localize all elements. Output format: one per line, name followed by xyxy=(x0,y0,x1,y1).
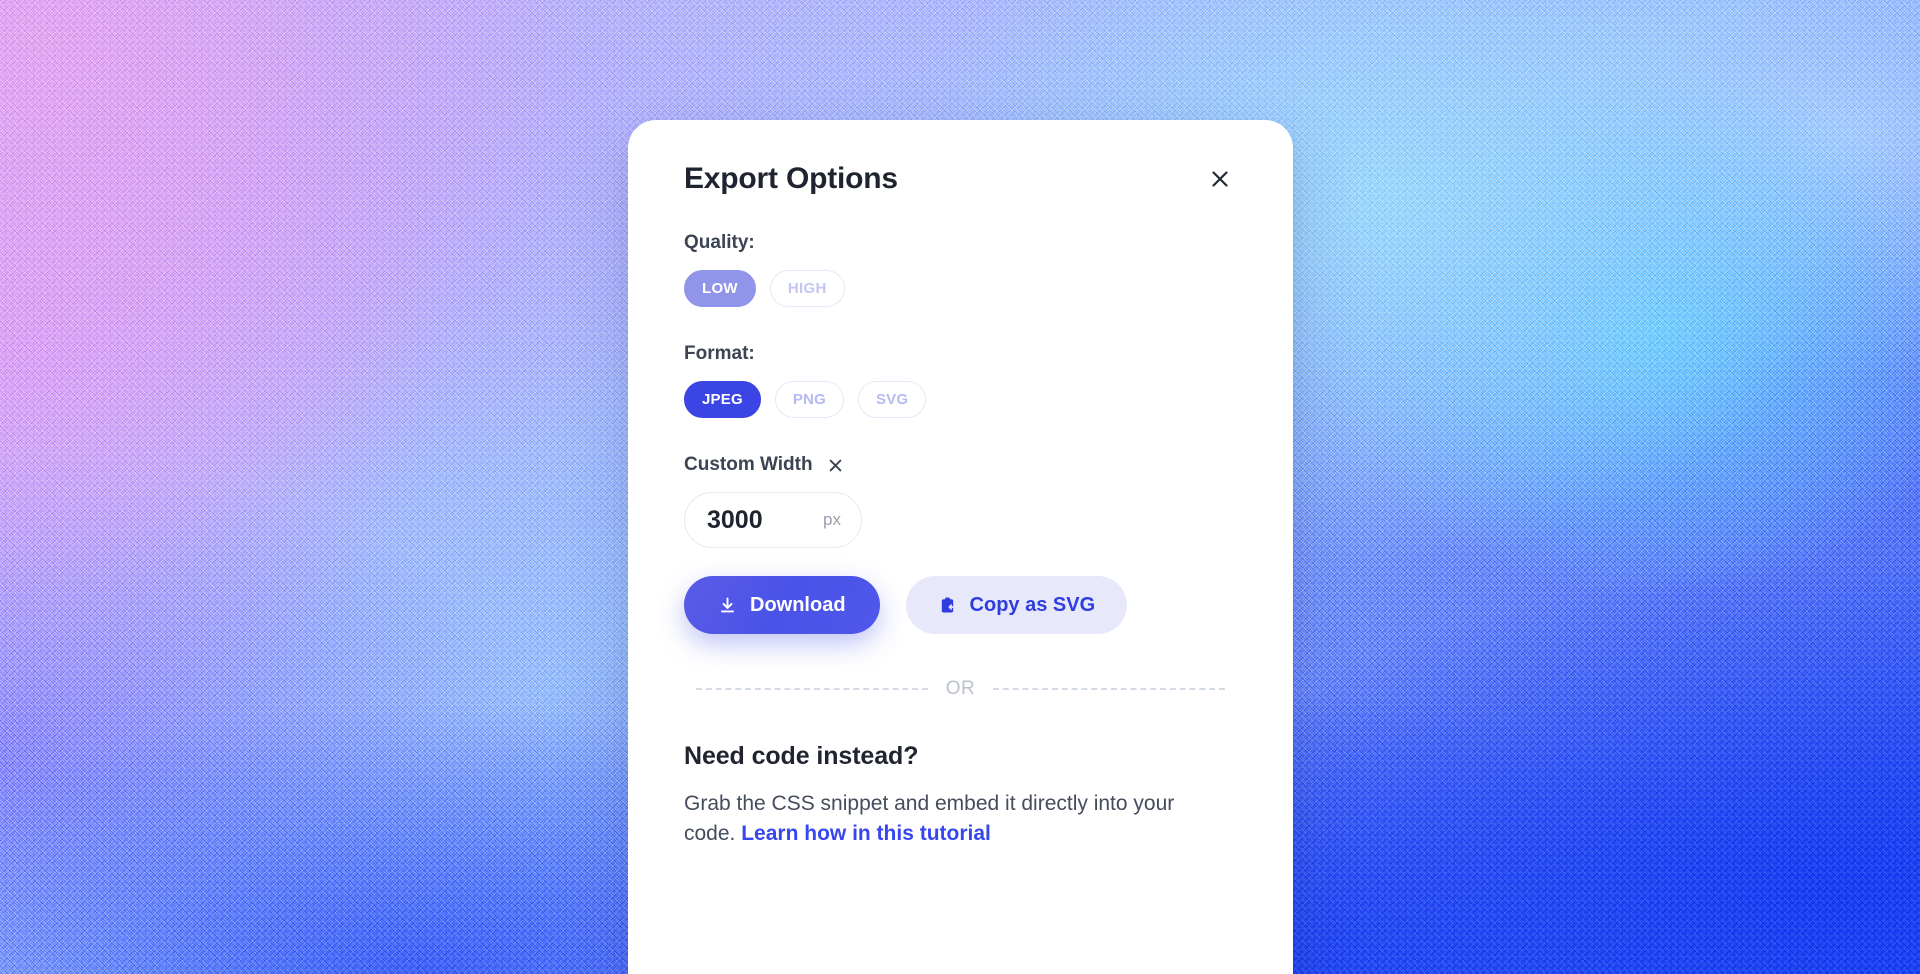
copy-as-svg-button-label: Copy as SVG xyxy=(969,594,1096,616)
dialog-header: Export Options xyxy=(684,120,1237,196)
format-label: Format: xyxy=(684,343,755,364)
code-snippet-title: Need code instead? xyxy=(684,742,919,770)
divider-label: OR xyxy=(945,678,976,699)
dialog-actions: Download Copy as SVG xyxy=(684,576,1237,634)
custom-width-clear-button[interactable] xyxy=(825,454,847,476)
custom-width-input[interactable] xyxy=(707,505,818,535)
copy-as-svg-button[interactable]: Copy as SVG xyxy=(905,576,1128,634)
format-option-jpeg[interactable]: JPEG xyxy=(684,381,761,418)
format-section: Format: JPEG PNG SVG xyxy=(684,343,1237,418)
download-button-label: Download xyxy=(750,594,846,616)
divider-line-left xyxy=(696,688,928,690)
download-icon xyxy=(718,596,737,615)
format-option-svg[interactable]: SVG xyxy=(857,381,927,418)
divider-line-right xyxy=(993,688,1225,690)
code-snippet-section: Need code instead? Grab the CSS snippet … xyxy=(684,742,1237,849)
quality-label: Quality: xyxy=(684,232,755,253)
quality-section: Quality: LOW HIGH xyxy=(684,232,1237,307)
format-options: JPEG PNG SVG xyxy=(684,381,1237,418)
export-options-dialog: Export Options Quality: LOW HIGH Format:… xyxy=(628,120,1293,974)
quality-option-low[interactable]: LOW xyxy=(684,270,756,307)
close-icon xyxy=(829,459,842,471)
custom-width-section: Custom Width px xyxy=(684,454,1237,548)
quality-option-high[interactable]: HIGH xyxy=(769,270,845,307)
code-snippet-text: Grab the CSS snippet and embed it direct… xyxy=(684,789,1189,849)
custom-width-field[interactable]: px xyxy=(684,492,862,548)
custom-width-unit: px xyxy=(823,510,841,529)
close-icon xyxy=(1212,171,1228,187)
close-button[interactable] xyxy=(1203,162,1237,196)
format-option-png[interactable]: PNG xyxy=(774,381,844,418)
custom-width-header: Custom Width xyxy=(684,454,1237,476)
tutorial-link[interactable]: Learn how in this tutorial xyxy=(741,822,991,845)
quality-options: LOW HIGH xyxy=(684,270,1237,307)
clipboard-copy-icon xyxy=(938,596,957,615)
divider: OR xyxy=(684,678,1237,700)
custom-width-label: Custom Width xyxy=(684,454,813,475)
page-title: Export Options xyxy=(684,162,898,195)
download-button[interactable]: Download xyxy=(684,576,880,634)
